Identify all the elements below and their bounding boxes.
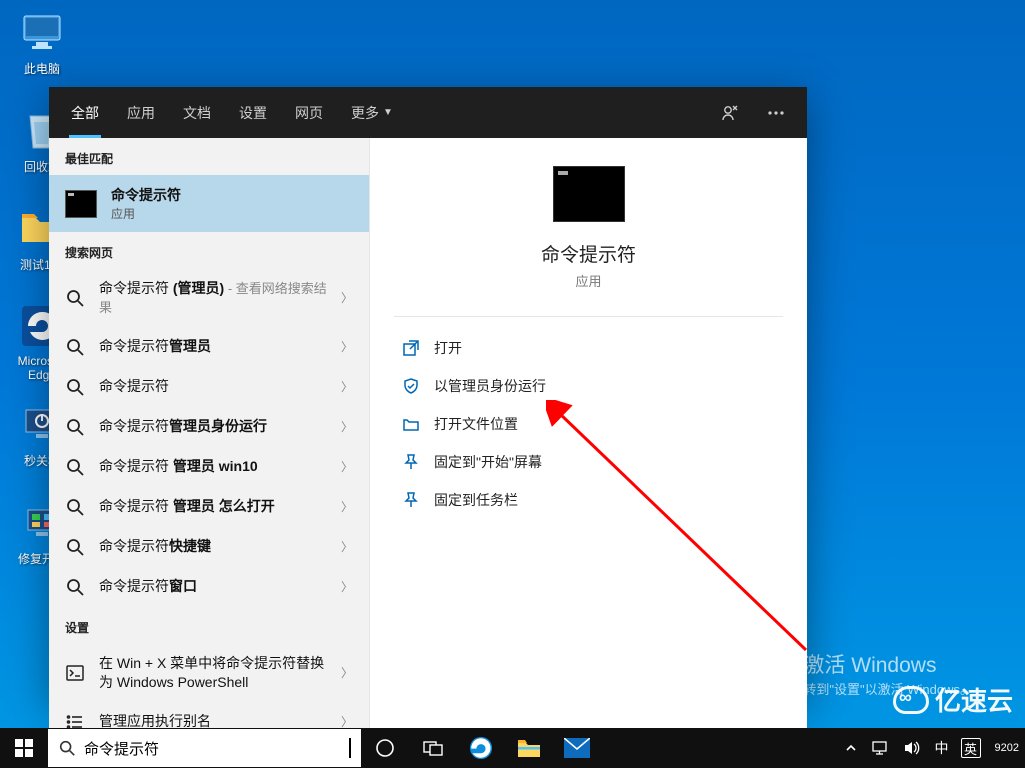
search-icon <box>65 537 85 557</box>
pin-start-icon <box>402 453 420 471</box>
search-icon <box>65 377 85 397</box>
ime-indicator[interactable]: 中 <box>929 728 955 768</box>
action-admin[interactable]: 以管理员身份运行 <box>374 367 803 405</box>
more-options-icon[interactable] <box>753 87 799 138</box>
tab-web[interactable]: 网页 <box>281 87 337 138</box>
tray-network-icon[interactable] <box>865 728 895 768</box>
search-icon <box>65 288 85 308</box>
search-icon <box>65 417 85 437</box>
ime-mode[interactable]: 英 <box>961 738 981 758</box>
web-result-row[interactable]: 命令提示符〉 <box>49 367 369 407</box>
chevron-right-icon: 〉 <box>341 378 353 395</box>
action-label: 以管理员身份运行 <box>434 376 546 396</box>
taskbar-app-explorer[interactable] <box>505 728 553 768</box>
system-tray: 中 英 9202 <box>833 728 1025 768</box>
pin-taskbar-icon <box>402 491 420 509</box>
search-icon <box>65 577 85 597</box>
search-icon <box>65 337 85 357</box>
feedback-icon[interactable] <box>707 87 753 138</box>
tab-apps[interactable]: 应用 <box>113 87 169 138</box>
result-text: 命令提示符 <box>99 377 327 396</box>
admin-icon <box>402 377 420 395</box>
brand-watermark: 亿速云 <box>893 681 1013 718</box>
tray-clock[interactable]: 9202 <box>987 728 1019 768</box>
divider <box>394 316 783 317</box>
result-text: 命令提示符窗口 <box>99 577 327 596</box>
cortana-button[interactable] <box>361 728 409 768</box>
action-folder[interactable]: 打开文件位置 <box>374 405 803 443</box>
tray-overflow[interactable] <box>839 728 863 768</box>
chevron-right-icon: 〉 <box>341 578 353 595</box>
preview-type: 应用 <box>370 271 807 290</box>
search-input[interactable] <box>84 740 341 757</box>
tray-volume-icon[interactable] <box>897 728 927 768</box>
result-preview: 命令提示符 应用 打开以管理员身份运行打开文件位置固定到"开始"屏幕固定到任务栏 <box>369 138 807 742</box>
action-label: 固定到任务栏 <box>434 490 518 510</box>
action-label: 打开 <box>434 338 462 358</box>
action-label: 打开文件位置 <box>434 414 518 434</box>
preview-title: 命令提示符 <box>370 240 807 267</box>
cmd-icon <box>553 166 625 222</box>
cmd-icon <box>65 190 97 218</box>
chevron-right-icon: 〉 <box>341 538 353 555</box>
windows-logo-icon <box>15 739 33 757</box>
search-filter-tabs: 全部 应用 文档 设置 网页 更多▼ <box>49 87 807 138</box>
chevron-right-icon: 〉 <box>341 664 353 681</box>
search-icon <box>65 497 85 517</box>
best-match-type: 应用 <box>111 205 181 222</box>
search-icon <box>58 739 76 757</box>
taskbar-app-mail[interactable] <box>553 728 601 768</box>
taskbar-app-edge[interactable] <box>457 728 505 768</box>
chevron-right-icon: 〉 <box>341 418 353 435</box>
result-text: 命令提示符管理员身份运行 <box>99 417 327 436</box>
taskbar: 中 英 9202 <box>0 728 1025 768</box>
section-settings: 设置 <box>49 607 369 644</box>
web-result-row[interactable]: 命令提示符快捷键〉 <box>49 527 369 567</box>
tab-all[interactable]: 全部 <box>57 87 113 138</box>
desktop-icon-computer[interactable]: 此电脑 <box>4 8 80 77</box>
result-text: 命令提示符 管理员 win10 <box>99 457 327 476</box>
start-button[interactable] <box>0 728 48 768</box>
action-pin-taskbar[interactable]: 固定到任务栏 <box>374 481 803 519</box>
chevron-right-icon: 〉 <box>341 289 353 306</box>
cloud-icon <box>893 686 929 714</box>
open-icon <box>402 339 420 357</box>
powershell-icon <box>65 663 85 683</box>
web-result-row[interactable]: 命令提示符管理员身份运行〉 <box>49 407 369 447</box>
result-text: 命令提示符快捷键 <box>99 537 327 556</box>
result-text: 在 Win + X 菜单中将命令提示符替换为 Windows PowerShel… <box>99 654 327 692</box>
chevron-right-icon: 〉 <box>341 338 353 355</box>
tab-more[interactable]: 更多▼ <box>337 87 407 138</box>
action-pin-start[interactable]: 固定到"开始"屏幕 <box>374 443 803 481</box>
ime-caret <box>349 738 351 758</box>
task-view-button[interactable] <box>409 728 457 768</box>
tab-docs[interactable]: 文档 <box>169 87 225 138</box>
folder-icon <box>402 415 420 433</box>
web-result-row[interactable]: 命令提示符管理员〉 <box>49 327 369 367</box>
result-text: 命令提示符管理员 <box>99 337 327 356</box>
web-result-row[interactable]: 命令提示符 管理员 win10 〉 <box>49 447 369 487</box>
result-text: 命令提示符 (管理员) - 查看网络搜索结果 <box>99 279 327 317</box>
chevron-right-icon: 〉 <box>341 458 353 475</box>
results-list: 最佳匹配 命令提示符 应用 搜索网页 命令提示符 (管理员) - 查看网络搜索结… <box>49 138 369 742</box>
tab-settings[interactable]: 设置 <box>225 87 281 138</box>
section-web: 搜索网页 <box>49 232 369 269</box>
start-search-panel: 全部 应用 文档 设置 网页 更多▼ 最佳匹配 命令提示符 应用 搜索网页 命令… <box>49 87 807 703</box>
web-result-row[interactable]: 命令提示符 (管理员) - 查看网络搜索结果〉 <box>49 269 369 327</box>
action-label: 固定到"开始"屏幕 <box>434 452 542 472</box>
best-match-name: 命令提示符 <box>111 185 181 205</box>
best-match-item[interactable]: 命令提示符 应用 <box>49 175 369 232</box>
taskbar-search-box[interactable] <box>48 729 361 767</box>
chevron-right-icon: 〉 <box>341 498 353 515</box>
action-open[interactable]: 打开 <box>374 329 803 367</box>
section-best-match: 最佳匹配 <box>49 138 369 175</box>
result-text: 命令提示符 管理员 怎么打开 <box>99 497 327 516</box>
chevron-down-icon: ▼ <box>383 107 393 118</box>
desktop-icon-label: 此电脑 <box>4 60 80 77</box>
web-result-row[interactable]: 命令提示符 管理员 怎么打开〉 <box>49 487 369 527</box>
web-result-row[interactable]: 命令提示符窗口〉 <box>49 567 369 607</box>
settings-result-row[interactable]: 在 Win + X 菜单中将命令提示符替换为 Windows PowerShel… <box>49 644 369 702</box>
search-icon <box>65 457 85 477</box>
